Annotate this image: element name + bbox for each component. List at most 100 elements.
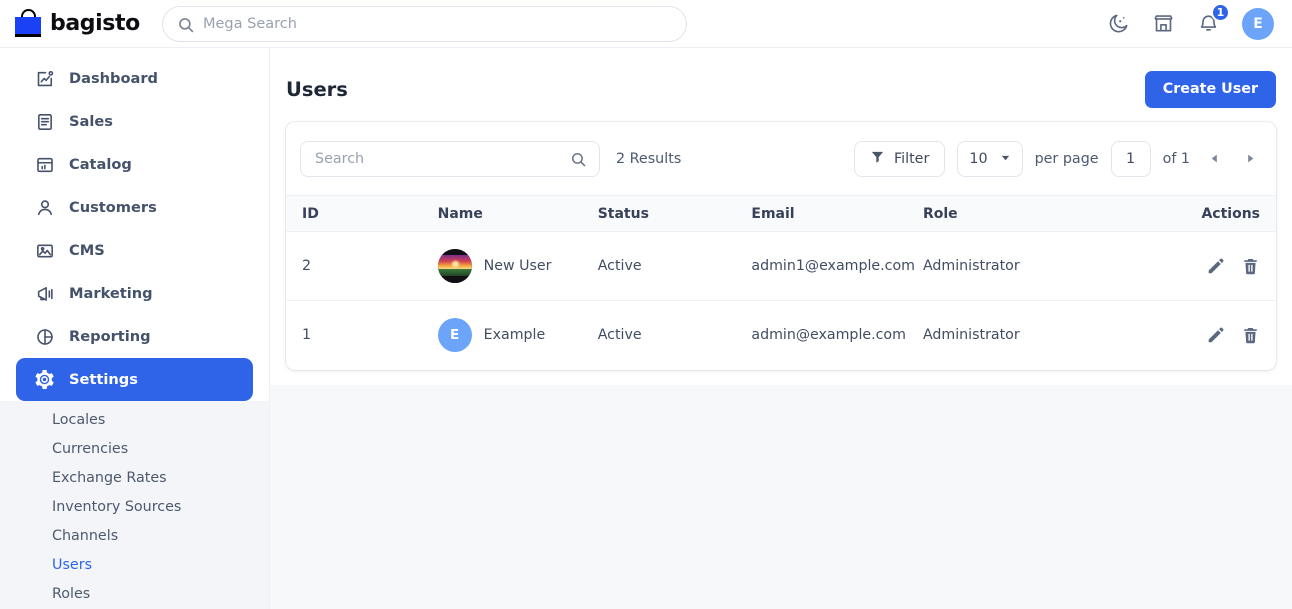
current-page-input[interactable]: 1 [1111, 141, 1151, 177]
dashboard-chart-icon [34, 68, 55, 89]
sidebar-item-cms[interactable]: CMS [16, 229, 253, 272]
sidebar-item-catalog[interactable]: Catalog [16, 143, 253, 186]
moon-icon[interactable] [1107, 12, 1130, 35]
cell-email: admin1@example.com [747, 232, 919, 301]
users-table: ID Name Status Email Role Actions 2 [286, 195, 1276, 370]
create-user-button[interactable]: Create User [1145, 71, 1276, 108]
prev-page-button[interactable] [1202, 147, 1226, 171]
person-icon [34, 197, 55, 218]
cell-status: Active [594, 301, 748, 370]
per-page-select[interactable]: 10 [957, 141, 1022, 177]
table-body: 2 New User Active admin1@example.com Adm… [286, 232, 1276, 370]
pencil-icon[interactable] [1206, 257, 1225, 276]
column-header-email[interactable]: Email [747, 196, 919, 232]
table-row[interactable]: 1 E Example Active admin@example.com Adm… [286, 301, 1276, 370]
column-header-status[interactable]: Status [594, 196, 748, 232]
sidebar-subitem-exchange-rates[interactable]: Exchange Rates [0, 463, 269, 492]
trash-icon[interactable] [1241, 257, 1260, 276]
filter-button[interactable]: Filter [854, 141, 945, 177]
megaphone-icon [34, 283, 55, 304]
column-header-id[interactable]: ID [286, 196, 434, 232]
filter-label: Filter [894, 151, 929, 167]
image-icon [34, 240, 55, 261]
table-row[interactable]: 2 New User Active admin1@example.com Adm… [286, 232, 1276, 301]
sidebar-subitem-channels[interactable]: Channels [0, 521, 269, 550]
trash-icon[interactable] [1241, 326, 1260, 345]
table-header-row: ID Name Status Email Role Actions [286, 196, 1276, 232]
main-content: Users Create User 2 Results [270, 48, 1292, 609]
cell-role: Administrator [919, 301, 1198, 370]
column-header-role[interactable]: Role [919, 196, 1198, 232]
user-avatar[interactable]: E [1242, 8, 1274, 40]
sidebar-subitem-users[interactable]: Users [0, 550, 269, 579]
store-icon[interactable] [1152, 12, 1175, 35]
per-page-value: 10 [969, 151, 987, 167]
column-header-actions: Actions [1197, 196, 1276, 232]
gear-icon [34, 369, 55, 390]
cell-email: admin@example.com [747, 301, 919, 370]
sidebar-item-label: Dashboard [69, 70, 158, 87]
users-table-card: 2 Results Filter 10 per page [286, 122, 1276, 370]
search-icon [177, 16, 195, 38]
sidebar-subitem-roles[interactable]: Roles [0, 579, 269, 608]
sidebar-subitem-label: Roles [52, 586, 90, 602]
pie-chart-icon [34, 326, 55, 347]
cell-name: New User [434, 232, 594, 301]
column-header-name[interactable]: Name [434, 196, 594, 232]
cell-status: Active [594, 232, 748, 301]
bell-icon[interactable]: 1 [1197, 12, 1220, 35]
search-box[interactable] [300, 141, 600, 177]
per-page-label: per page [1035, 151, 1099, 167]
sidebar-item-sales[interactable]: Sales [16, 100, 253, 143]
sidebar-item-label: Reporting [69, 328, 151, 345]
sidebar: Dashboard Sales Catalog Customer [0, 48, 270, 609]
sidebar-item-settings[interactable]: Settings [16, 358, 253, 401]
toolbar-right: Filter 10 per page 1 of 1 [854, 141, 1262, 177]
top-header: bagisto [0, 0, 1292, 48]
pencil-icon[interactable] [1206, 326, 1225, 345]
avatar: E [438, 318, 472, 352]
notification-badge: 1 [1211, 3, 1230, 22]
cell-name: E Example [434, 301, 594, 370]
sidebar-item-label: CMS [69, 242, 105, 259]
user-name: Example [484, 327, 546, 343]
sidebar-item-dashboard[interactable]: Dashboard [16, 57, 253, 100]
mega-search[interactable] [162, 6, 687, 42]
sidebar-subitem-currencies[interactable]: Currencies [0, 434, 269, 463]
sidebar-subitem-label: Users [52, 557, 92, 573]
sidebar-item-label: Marketing [69, 285, 153, 302]
chevron-down-icon [1000, 151, 1011, 167]
next-page-button[interactable] [1238, 147, 1262, 171]
mega-search-input[interactable] [163, 7, 686, 41]
cell-id: 1 [286, 301, 434, 370]
sidebar-subitem-label: Currencies [52, 441, 128, 457]
catalog-window-icon [34, 154, 55, 175]
search-icon[interactable] [570, 151, 587, 172]
sidebar-subitem-label: Locales [52, 412, 105, 428]
sidebar-item-label: Settings [69, 371, 138, 388]
sidebar-item-label: Catalog [69, 156, 132, 173]
brand-name: bagisto [50, 11, 140, 36]
sidebar-item-label: Customers [69, 199, 157, 216]
brand-logo[interactable]: bagisto [0, 9, 150, 39]
funnel-icon [870, 149, 885, 168]
sidebar-subitem-label: Channels [52, 528, 118, 544]
search-input[interactable] [301, 142, 599, 176]
cell-role: Administrator [919, 232, 1198, 301]
sidebar-subitem-label: Exchange Rates [52, 470, 167, 486]
user-name: New User [484, 258, 552, 274]
page-header: Users Create User [286, 66, 1276, 112]
page-title: Users [286, 78, 348, 101]
sidebar-subitem-inventory-sources[interactable]: Inventory Sources [0, 492, 269, 521]
avatar [438, 249, 472, 283]
top-actions: 1 E [1107, 8, 1292, 40]
cell-actions [1197, 301, 1276, 370]
sidebar-subitem-locales[interactable]: Locales [0, 405, 269, 434]
table-toolbar: 2 Results Filter 10 per page [286, 122, 1276, 195]
sidebar-item-marketing[interactable]: Marketing [16, 272, 253, 315]
sidebar-item-customers[interactable]: Customers [16, 186, 253, 229]
shopping-bag-icon [14, 9, 42, 39]
document-lines-icon [34, 111, 55, 132]
cell-actions [1197, 232, 1276, 301]
sidebar-item-reporting[interactable]: Reporting [16, 315, 253, 358]
